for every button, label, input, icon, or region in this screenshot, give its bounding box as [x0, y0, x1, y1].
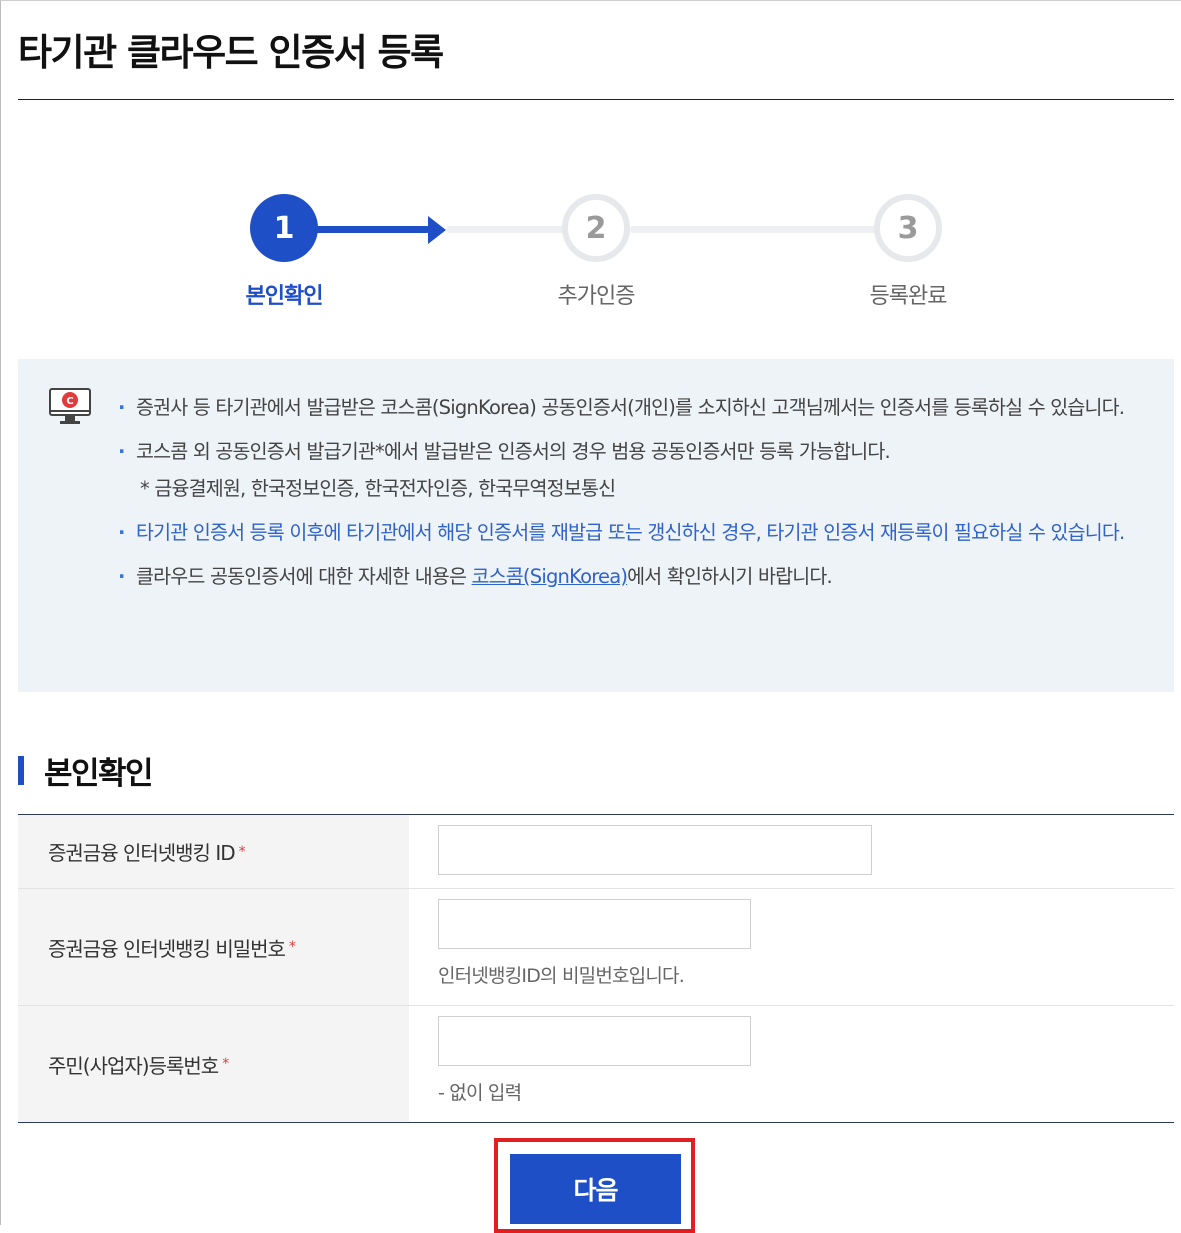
password-label: 증권금융 인터넷뱅킹 비밀번호 *	[18, 889, 409, 1005]
notice-box: C 증권사 등 타기관에서 발급받은 코스콤(SignKorea) 공동인증서(…	[18, 359, 1174, 692]
page-title: 타기관 클라우드 인증서 등록	[18, 31, 444, 74]
password-hint: 인터넷뱅킹ID의 비밀번호입니다.	[438, 965, 685, 987]
notice-subnote: * 금융결제원, 한국정보인증, 한국전자인증, 한국무역정보통신	[140, 477, 616, 500]
certificate-monitor-icon: C	[48, 387, 92, 431]
section-title-bar	[18, 756, 24, 785]
rrn-label-text: 주민(사업자)등록번호	[48, 1053, 219, 1078]
stepper-arrow-icon	[428, 216, 446, 244]
step-3-label: 등록완료	[869, 284, 948, 309]
id-cell	[409, 815, 1174, 888]
step-2-circle: 2	[562, 194, 630, 262]
stepper-track-line-2	[630, 226, 880, 233]
password-input[interactable]	[438, 899, 751, 949]
id-input[interactable]	[438, 825, 872, 875]
step-3-circle: 3	[874, 194, 942, 262]
step-1-circle: 1	[250, 194, 318, 262]
signkorea-link[interactable]: 코스콤(SignKorea)	[472, 565, 628, 588]
rrn-cell: - 없이 입력	[409, 1006, 1174, 1122]
stepper-track-line-1	[446, 226, 566, 233]
required-mark: *	[288, 939, 296, 955]
rrn-input[interactable]	[438, 1016, 751, 1066]
notice-item-highlight: 타기관 인증서 등록 이후에 타기관에서 해당 인증서를 재발급 또는 갱신하신…	[118, 514, 1148, 551]
step-1-label: 본인확인	[245, 284, 324, 309]
rrn-label: 주민(사업자)등록번호 *	[18, 1006, 409, 1122]
notice-item: 코스콤 외 공동인증서 발급기관*에서 발급받은 인증서의 경우 범용 공동인증…	[118, 433, 1148, 507]
password-label-text: 증권금융 인터넷뱅킹 비밀번호	[48, 936, 286, 961]
notice-item-text: 클라우드 공동인증서에 대한 자세한 내용은	[136, 565, 472, 588]
notice-item-text: 에서 확인하시기 바랍니다.	[627, 565, 833, 588]
required-mark: *	[222, 1056, 229, 1072]
form-row-rrn: 주민(사업자)등록번호 * - 없이 입력	[18, 1006, 1174, 1122]
identity-form: 증권금융 인터넷뱅킹 ID * 증권금융 인터넷뱅킹 비밀번호 * 인터넷뱅킹ID의…	[18, 814, 1174, 1123]
notice-item: 클라우드 공동인증서에 대한 자세한 내용은 코스콤(SignKorea)에서 …	[118, 558, 1148, 595]
step-2-label: 추가인증	[557, 284, 636, 309]
id-label-text: 증권금융 인터넷뱅킹 ID	[48, 841, 236, 865]
id-label: 증권금융 인터넷뱅킹 ID *	[18, 815, 409, 888]
rrn-hint: - 없이 입력	[438, 1082, 522, 1104]
section-title: 본인확인	[44, 756, 154, 792]
notice-item: 증권사 등 타기관에서 발급받은 코스콤(SignKorea) 공동인증서(개인…	[118, 389, 1148, 426]
form-row-password: 증권금융 인터넷뱅킹 비밀번호 * 인터넷뱅킹ID의 비밀번호입니다.	[18, 889, 1174, 1006]
notice-list: 증권사 등 타기관에서 발급받은 코스콤(SignKorea) 공동인증서(개인…	[118, 389, 1148, 602]
title-divider	[18, 99, 1174, 100]
required-mark: *	[238, 843, 246, 860]
notice-item-text: 코스콤 외 공동인증서 발급기관*에서 발급받은 인증서의 경우 범용 공동인증…	[136, 440, 891, 463]
next-button[interactable]: 다음	[510, 1154, 681, 1224]
form-row-id: 증권금융 인터넷뱅킹 ID *	[18, 815, 1174, 889]
svg-text:C: C	[66, 396, 73, 407]
password-cell: 인터넷뱅킹ID의 비밀번호입니다.	[409, 889, 1174, 1005]
stepper-progress-line	[300, 226, 430, 233]
